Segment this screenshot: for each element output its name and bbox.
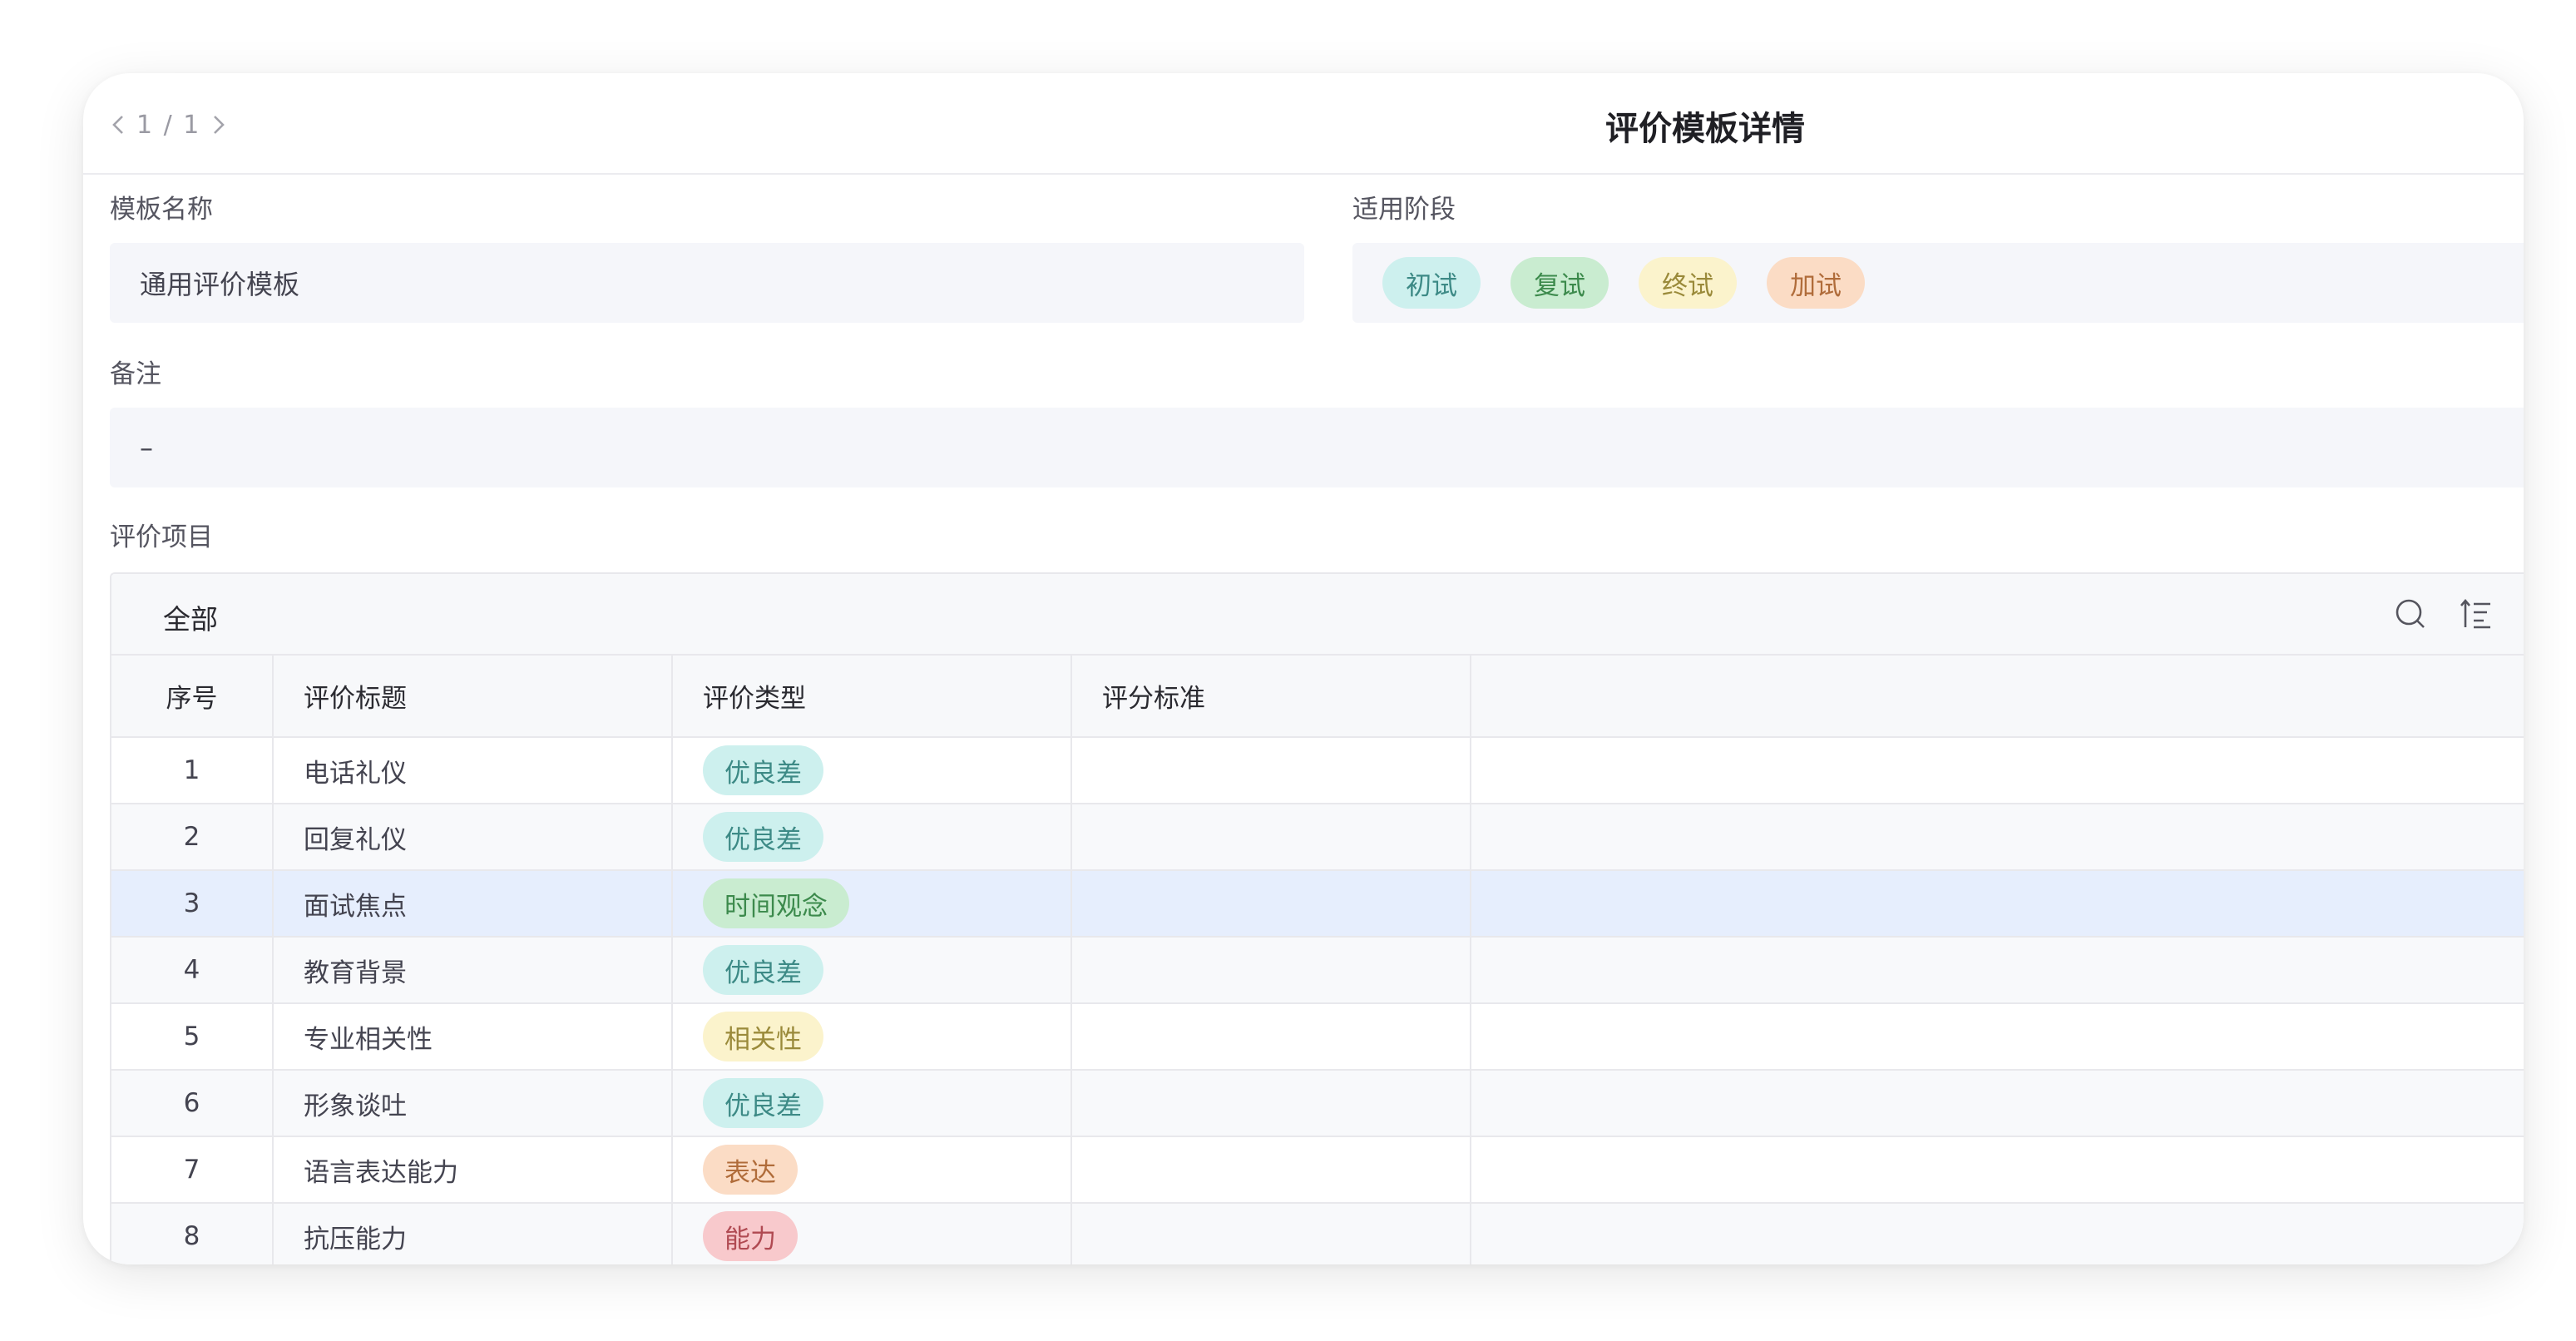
type-tag: 优良差 bbox=[703, 745, 823, 795]
cell-no: 1 bbox=[111, 737, 274, 804]
cell-type: 时间观念 bbox=[672, 870, 1072, 938]
type-tag: 时间观念 bbox=[703, 878, 849, 928]
cell-standard bbox=[1071, 1070, 1471, 1137]
cell-title: 专业相关性 bbox=[273, 1003, 673, 1071]
type-tag: 能力 bbox=[703, 1211, 798, 1261]
stage-tag-final: 终试 bbox=[1639, 257, 1737, 309]
pager-text: 1 / 1 bbox=[133, 111, 204, 140]
sort-button[interactable] bbox=[2459, 596, 2495, 632]
template-detail-window: 1 / 1 评价模板详情 模板名称 通用评价模板 适用阶段 初试 复试 终试 加… bbox=[83, 73, 2524, 1264]
stage-tag-second: 复试 bbox=[1510, 257, 1609, 309]
column-header-title[interactable]: 评价标题 bbox=[273, 656, 673, 738]
table-row[interactable]: 6 形象谈吐 优良差 bbox=[111, 1070, 2524, 1137]
cell-title: 面试焦点 bbox=[273, 870, 673, 938]
cell-title: 教育背景 bbox=[273, 937, 673, 1004]
cell-type: 能力 bbox=[672, 1203, 1072, 1264]
cell-title: 形象谈吐 bbox=[273, 1070, 673, 1137]
pager-separator: / bbox=[163, 110, 174, 140]
table-row[interactable]: 2 回复礼仪 优良差 bbox=[111, 804, 2524, 871]
detail-header: 1 / 1 评价模板详情 bbox=[83, 73, 2524, 175]
cell-type: 优良差 bbox=[672, 937, 1072, 1004]
cell-standard bbox=[1071, 737, 1471, 804]
cell-standard bbox=[1071, 937, 1471, 1004]
cell-filler bbox=[1471, 1203, 2524, 1264]
items-table: 序号 评价标题 评价类型 评分标准 1 电话礼仪 优良差 2 回复礼仪 优良差 3 面试焦点时… bbox=[111, 656, 2524, 1264]
evaluation-items-table: 全部 序号 评价标题 评价类型 评分标准 1 电话礼仪 优良差 2 回复礼仪 优… bbox=[110, 572, 2524, 1264]
column-header-standard[interactable]: 评分标准 bbox=[1071, 656, 1471, 738]
stage-tag-initial: 初试 bbox=[1382, 257, 1481, 309]
remark-label: 备注 bbox=[110, 359, 161, 389]
chevron-left-icon bbox=[112, 116, 123, 134]
remark-field: – bbox=[110, 408, 2524, 487]
cell-title: 电话礼仪 bbox=[273, 737, 673, 804]
remark-value: – bbox=[140, 432, 153, 463]
search-icon bbox=[2396, 599, 2425, 628]
column-header-filler bbox=[1471, 656, 2524, 738]
cell-no: 2 bbox=[111, 804, 274, 871]
table-row[interactable]: 5 专业相关性 相关性 bbox=[111, 1003, 2524, 1071]
evaluation-items-label: 评价项目 bbox=[110, 522, 213, 552]
type-tag: 优良差 bbox=[703, 812, 823, 862]
cell-no: 7 bbox=[111, 1136, 274, 1204]
column-header-type[interactable]: 评价类型 bbox=[672, 656, 1072, 738]
cell-filler bbox=[1471, 1070, 2524, 1137]
prev-page-button[interactable] bbox=[103, 106, 133, 143]
cell-no: 3 bbox=[111, 870, 274, 938]
pager-current: 1 bbox=[136, 110, 155, 140]
cell-type: 优良差 bbox=[672, 804, 1072, 871]
table-row[interactable]: 8 抗压能力 能力 bbox=[111, 1203, 2524, 1264]
stage-tags-field: 初试 复试 终试 加试 bbox=[1352, 243, 2524, 323]
template-name-value: 通用评价模板 bbox=[140, 269, 300, 300]
cell-standard bbox=[1071, 804, 1471, 871]
cell-standard bbox=[1071, 870, 1471, 938]
type-tag: 优良差 bbox=[703, 945, 823, 995]
next-page-button[interactable] bbox=[204, 106, 234, 143]
table-row[interactable]: 1 电话礼仪 优良差 bbox=[111, 737, 2524, 804]
pager: 1 / 1 bbox=[103, 106, 234, 143]
cell-filler bbox=[1471, 804, 2524, 871]
pager-total: 1 bbox=[183, 110, 201, 140]
chevron-right-icon bbox=[214, 116, 225, 134]
table-header-row: 序号 评价标题 评价类型 评分标准 bbox=[111, 656, 2524, 738]
filter-all-tab[interactable]: 全部 bbox=[163, 597, 218, 637]
cell-type: 优良差 bbox=[672, 1070, 1072, 1137]
cell-filler bbox=[1471, 1003, 2524, 1071]
table-row[interactable]: 3 面试焦点 时间观念 bbox=[111, 870, 2524, 938]
cell-title: 回复礼仪 bbox=[273, 804, 673, 871]
table-row[interactable]: 4 教育背景 优良差 bbox=[111, 937, 2524, 1004]
cell-type: 相关性 bbox=[672, 1003, 1072, 1071]
cell-filler bbox=[1471, 870, 2524, 938]
cell-no: 4 bbox=[111, 937, 274, 1004]
cell-standard bbox=[1071, 1003, 1471, 1071]
stage-label: 适用阶段 bbox=[1352, 195, 1456, 225]
cell-standard bbox=[1071, 1203, 1471, 1264]
cell-filler bbox=[1471, 1136, 2524, 1204]
cell-standard bbox=[1071, 1136, 1471, 1204]
cell-title: 抗压能力 bbox=[273, 1203, 673, 1264]
page-title: 评价模板详情 bbox=[1605, 110, 1805, 148]
search-button[interactable] bbox=[2392, 596, 2429, 632]
template-name-field: 通用评价模板 bbox=[110, 243, 1304, 323]
cell-no: 6 bbox=[111, 1070, 274, 1137]
cell-no: 5 bbox=[111, 1003, 274, 1071]
table-toolbar: 全部 bbox=[111, 574, 2524, 656]
cell-type: 表达 bbox=[672, 1136, 1072, 1204]
column-header-no[interactable]: 序号 bbox=[111, 656, 274, 738]
cell-no: 8 bbox=[111, 1203, 274, 1264]
cell-filler bbox=[1471, 937, 2524, 1004]
cell-type: 优良差 bbox=[672, 737, 1072, 804]
cell-filler bbox=[1471, 737, 2524, 804]
sort-icon bbox=[2460, 598, 2490, 629]
stage-tag-extra: 加试 bbox=[1767, 257, 1865, 309]
type-tag: 优良差 bbox=[703, 1078, 823, 1128]
type-tag: 相关性 bbox=[703, 1012, 823, 1061]
table-row[interactable]: 7 语言表达能力 表达 bbox=[111, 1136, 2524, 1204]
cell-title: 语言表达能力 bbox=[273, 1136, 673, 1204]
type-tag: 表达 bbox=[703, 1145, 798, 1195]
template-name-label: 模板名称 bbox=[110, 195, 213, 225]
